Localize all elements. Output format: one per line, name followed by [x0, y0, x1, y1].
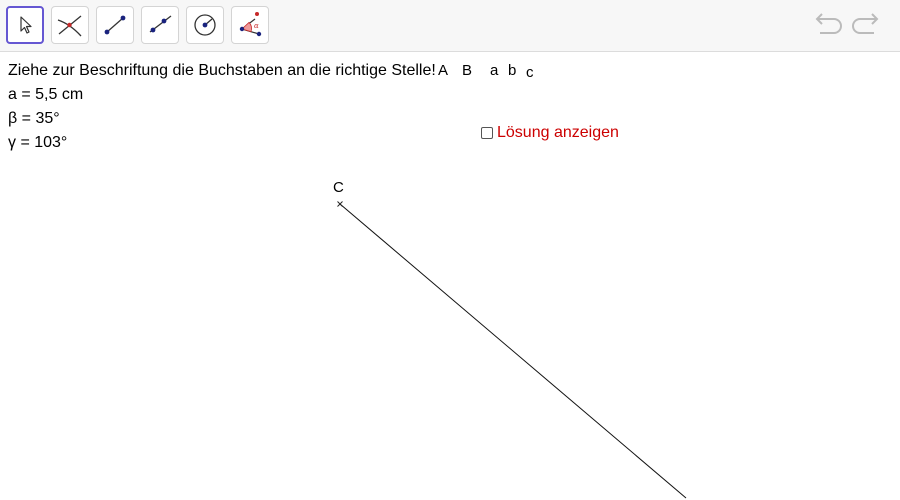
- given-side-a: a = 5,5 cm: [8, 86, 84, 103]
- draggable-letter-c[interactable]: c: [526, 64, 534, 82]
- side-line: [339, 203, 687, 499]
- given-angle-gamma: γ = 103°: [8, 134, 68, 151]
- given-angle-beta: β = 35°: [8, 110, 60, 127]
- show-solution-checkbox[interactable]: Lösung anzeigen: [481, 124, 619, 142]
- checkbox-box[interactable]: [481, 127, 493, 139]
- point-c-marker[interactable]: [337, 201, 343, 207]
- draggable-letter-b[interactable]: b: [508, 62, 516, 80]
- draggable-letter-a[interactable]: a: [490, 62, 498, 80]
- draggable-letter-B[interactable]: B: [462, 62, 472, 80]
- draggable-letter-A[interactable]: A: [438, 62, 448, 80]
- show-solution-label: Lösung anzeigen: [497, 124, 619, 141]
- instruction-text: Ziehe zur Beschriftung die Buchstaben an…: [8, 62, 436, 79]
- point-c-label: C: [333, 179, 344, 196]
